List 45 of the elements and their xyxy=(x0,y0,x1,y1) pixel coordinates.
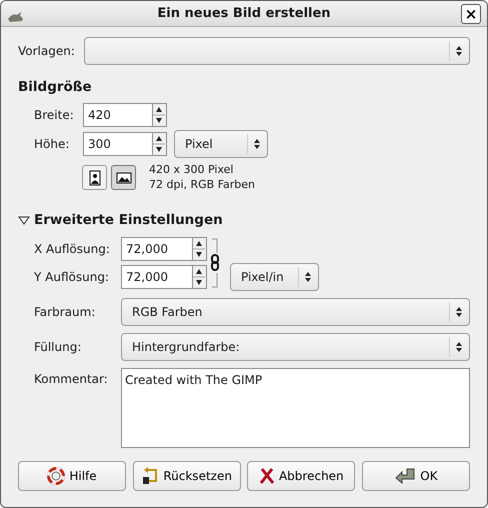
field-label: Kommentar: xyxy=(34,370,109,388)
spin-buttons[interactable] xyxy=(193,264,207,288)
width-field[interactable]: 420 xyxy=(83,103,153,128)
spin-buttons[interactable] xyxy=(153,103,167,128)
cross-icon xyxy=(258,467,275,485)
spin-buttons[interactable] xyxy=(193,236,207,260)
section-heading: Bildgröße xyxy=(18,78,93,97)
portrait-button[interactable] xyxy=(82,164,107,190)
close-button[interactable]: × xyxy=(461,4,481,24)
cancel-button[interactable]: Abbrechen xyxy=(247,461,356,491)
dropdown-arrows-icon xyxy=(455,45,463,57)
landscape-icon xyxy=(116,172,132,184)
field-label: Breite: xyxy=(34,107,75,124)
field-label: X Auflösung: xyxy=(34,240,111,258)
y-resolution-field[interactable]: 72,000 xyxy=(121,264,193,288)
portrait-icon xyxy=(88,170,100,186)
comment-field[interactable]: Created with The GIMP xyxy=(121,368,470,448)
lifebuoy-icon xyxy=(47,467,66,485)
field-label: Y Auflösung: xyxy=(34,268,110,286)
reset-icon xyxy=(141,467,160,485)
field-label: Farbraum: xyxy=(34,304,96,320)
dropdown-arrows-icon xyxy=(253,138,261,150)
dropdown-arrows-icon xyxy=(455,306,463,318)
field-label: Vorlagen: xyxy=(18,43,76,60)
x-resolution-field[interactable]: 72,000 xyxy=(121,236,193,260)
ok-button[interactable]: OK xyxy=(362,461,470,491)
image-info-text: 420 x 300 Pixel xyxy=(149,162,234,178)
fill-dropdown[interactable]: Hintergrundfarbe: xyxy=(121,332,470,360)
field-label: Höhe: xyxy=(34,136,70,154)
dropdown-arrows-icon xyxy=(304,270,312,282)
field-label: Füllung: xyxy=(34,338,82,356)
dropdown-arrows-icon xyxy=(455,340,463,352)
window-title: Ein neues Bild erstellen xyxy=(157,4,331,23)
advanced-expander[interactable]: Erweiterte Einstellungen xyxy=(18,210,223,230)
template-dropdown[interactable] xyxy=(84,37,470,65)
help-button[interactable]: Hilfe xyxy=(18,461,126,491)
unit-dropdown[interactable]: Pixel xyxy=(174,130,268,158)
chain-linked-icon[interactable] xyxy=(210,236,220,288)
reset-button[interactable]: Rücksetzen xyxy=(132,461,241,491)
spin-buttons[interactable] xyxy=(153,132,167,156)
color-space-dropdown[interactable]: RGB Farben xyxy=(121,298,470,326)
image-info-text: 72 dpi, RGB Farben xyxy=(149,177,256,192)
resolution-unit-dropdown[interactable]: Pixel/in xyxy=(230,262,319,290)
landscape-button[interactable] xyxy=(111,164,136,190)
height-field[interactable]: 300 xyxy=(83,132,153,156)
